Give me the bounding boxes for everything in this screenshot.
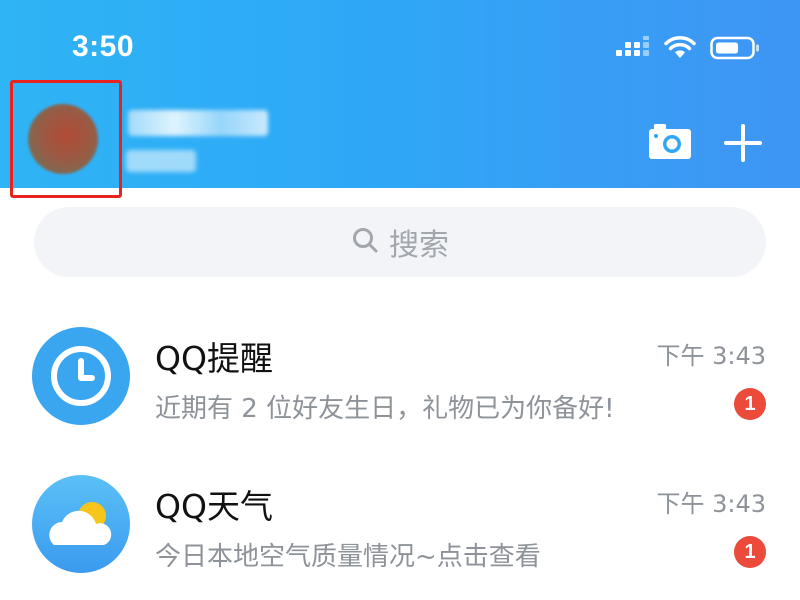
weather-avatar xyxy=(32,475,130,573)
chat-name: QQ提醒 xyxy=(155,339,273,378)
search-icon xyxy=(351,226,379,258)
chat-message: 近期有 2 位好友生日，礼物已为你备好! xyxy=(155,394,615,424)
blurred-username xyxy=(128,110,268,136)
add-button[interactable] xyxy=(722,122,764,164)
battery-icon xyxy=(710,36,760,64)
qq-messages-screen: 3:50 搜索 QQ提醒 近期有 2 位好友生日，礼物已为你备好! 下午 3:4… xyxy=(0,0,800,600)
chat-item-qq-reminder[interactable]: QQ提醒 近期有 2 位好友生日，礼物已为你备好! 下午 3:43 1 xyxy=(0,310,800,450)
clock-icon xyxy=(51,346,111,406)
search-placeholder: 搜索 xyxy=(389,228,449,263)
wifi-icon xyxy=(664,36,696,64)
chat-item-qq-weather[interactable]: QQ天气 今日本地空气质量情况~点击查看 下午 3:43 1 xyxy=(0,458,800,598)
camera-button[interactable] xyxy=(648,122,692,160)
cellular-signal-icon xyxy=(616,36,650,64)
status-icons xyxy=(616,36,760,64)
search-bar[interactable]: 搜索 xyxy=(34,207,766,277)
weather-cloud-sun-icon xyxy=(49,502,112,545)
unread-badge: 1 xyxy=(734,536,766,568)
camera-icon xyxy=(649,124,691,159)
avatar-highlight-box xyxy=(10,80,122,198)
blurred-status xyxy=(126,150,196,172)
chat-name: QQ天气 xyxy=(155,487,273,526)
chat-time: 下午 3:43 xyxy=(656,490,766,518)
header-bar: 3:50 xyxy=(0,0,800,198)
chat-time: 下午 3:43 xyxy=(656,342,766,370)
chat-message: 今日本地空气质量情况~点击查看 xyxy=(155,542,541,572)
unread-badge: 1 xyxy=(734,388,766,420)
status-time: 3:50 xyxy=(72,30,135,63)
plus-icon xyxy=(724,124,762,162)
reminder-avatar xyxy=(32,327,130,425)
